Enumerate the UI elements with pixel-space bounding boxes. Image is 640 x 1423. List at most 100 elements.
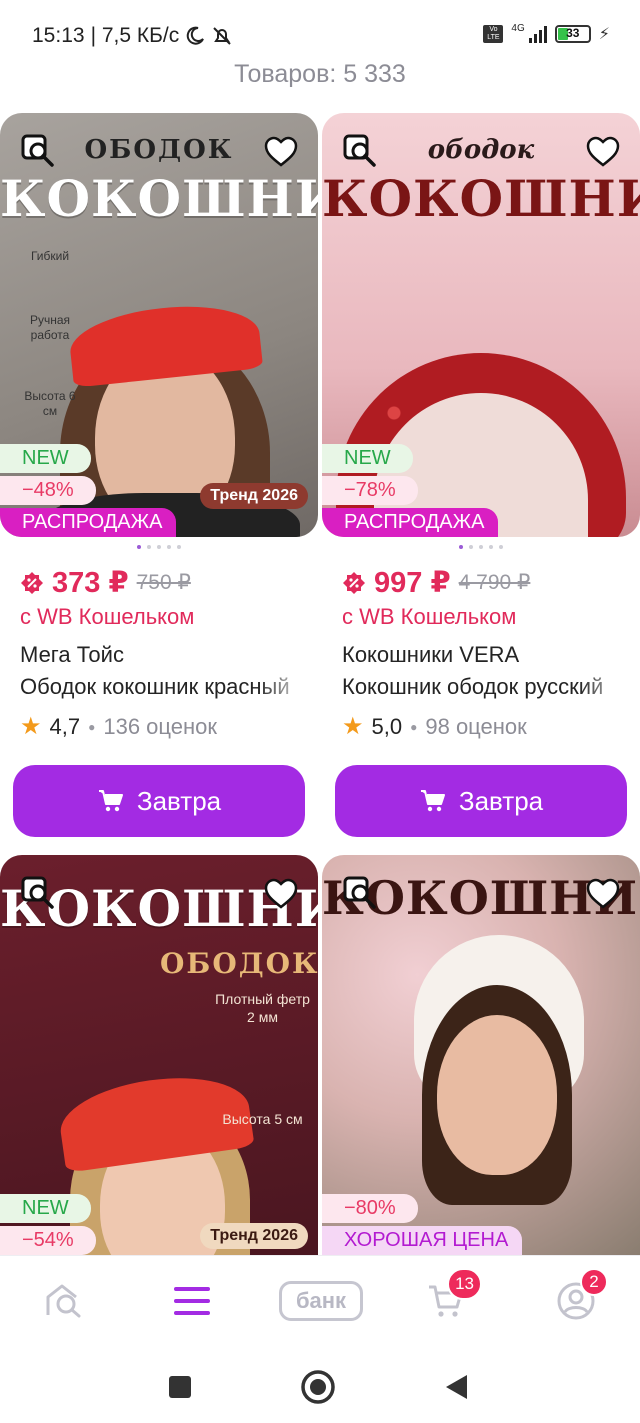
new-badge: NEW xyxy=(0,1194,91,1223)
status-right: Vo LTE 4G 33 ⚡ xyxy=(483,22,610,44)
recent-apps-button[interactable] xyxy=(160,1367,200,1407)
price: 997 ₽ xyxy=(374,567,451,599)
discount-badge: −80% xyxy=(322,1194,418,1223)
bell-muted-icon xyxy=(213,27,231,45)
product-name[interactable]: Кокошник ободок русский xyxy=(342,674,632,700)
battery-icon: 33 xyxy=(554,25,591,43)
sale-badge: РАСПРОДАЖА xyxy=(0,508,177,537)
star-icon: ★ xyxy=(342,713,364,740)
signal-icon xyxy=(528,25,547,43)
new-badge: NEW xyxy=(0,444,91,473)
review-count[interactable]: 136 оценок xyxy=(103,714,217,740)
photo-dots xyxy=(0,545,318,551)
charging-icon: ⚡ xyxy=(598,26,610,43)
discount-badge: −54% xyxy=(0,1226,96,1255)
product-name[interactable]: Ободок кокошник красный xyxy=(20,674,310,700)
photo-title-small: ОБОДОК xyxy=(160,947,318,980)
feature-text: Плотный фетр 2 мм xyxy=(215,991,310,1025)
heart-icon[interactable] xyxy=(584,133,622,171)
wallet-discount-icon xyxy=(343,571,365,594)
feature-text: Гибкий xyxy=(30,249,70,263)
wallet-note: с WB Кошельком xyxy=(20,604,195,629)
feature-text: Высота 5 см xyxy=(222,1111,303,1127)
status-left: 15:13 | 7,5 КБ/с xyxy=(32,24,233,48)
delivery-label: Завтра xyxy=(458,785,544,816)
status-speed: | 7,5 КБ/с xyxy=(90,24,180,47)
profile-notification-badge: 2 xyxy=(580,1268,608,1296)
volte-icon: Vo LTE xyxy=(483,25,504,43)
discount-badge: −48% xyxy=(0,476,96,505)
nav-profile[interactable]: 2 xyxy=(548,1268,608,1326)
cart-count-badge: 13 xyxy=(447,1268,482,1300)
heart-icon[interactable] xyxy=(262,875,300,913)
image-search-icon[interactable] xyxy=(20,133,58,171)
badge-stack: NEW −54% xyxy=(0,1194,96,1255)
nav-catalog[interactable] xyxy=(164,1276,220,1326)
wallet-note: с WB Кошельком xyxy=(342,604,517,629)
add-to-cart-button[interactable]: Завтра xyxy=(13,765,305,837)
rating: 4,7 xyxy=(49,713,81,739)
status-bar: 15:13 | 7,5 КБ/с Vo LTE 4G 33 ⚡ xyxy=(0,0,640,56)
brand-name[interactable]: Кокошники VERA xyxy=(342,642,620,668)
triangle-back-icon xyxy=(446,1375,467,1399)
product-card[interactable]: ОБОДОК КОКОШНИК Гибкий Ручная работа Выс… xyxy=(0,113,318,837)
photo-title-big: КОКОШНИК xyxy=(0,169,318,228)
product-photo[interactable]: ободок КОКОШНИК NEW −78% РАСПРОДАЖА xyxy=(322,113,640,537)
status-time: 15:13 xyxy=(32,24,85,47)
wallet-discount-icon xyxy=(21,571,43,594)
brand-name[interactable]: Мега Тойс xyxy=(20,642,298,668)
product-count: Товаров: 5 333 xyxy=(234,60,406,88)
nav-bank[interactable]: банк xyxy=(276,1276,366,1326)
star-icon: ★ xyxy=(20,713,42,740)
new-badge: NEW xyxy=(322,444,413,473)
nav-home[interactable] xyxy=(36,1276,92,1326)
photo-title-big: КОКОШНИК xyxy=(322,169,640,228)
image-search-icon[interactable] xyxy=(342,875,380,913)
cart-icon xyxy=(98,790,123,812)
badge-stack: −80% ХОРОШАЯ ЦЕНА xyxy=(322,1194,523,1255)
old-price: 4 790 ₽ xyxy=(458,571,531,594)
trend-chip: Тренд 2026 xyxy=(200,483,308,509)
home-search-icon xyxy=(46,1284,81,1318)
product-card[interactable]: ободок КОКОШНИК NEW −78% РАСПРОДАЖА 997 … xyxy=(322,113,640,837)
price: 373 ₽ xyxy=(52,567,129,599)
moon-icon xyxy=(187,26,205,45)
product-photo[interactable]: КОКОШНИК −80% ХОРОШАЯ ЦЕНА xyxy=(322,855,640,1255)
system-nav-bar xyxy=(0,1347,640,1423)
battery-level: 33 xyxy=(566,26,580,40)
separator-dot: ● xyxy=(88,719,96,734)
delivery-label: Завтра xyxy=(136,785,222,816)
trend-chip: Тренд 2026 xyxy=(200,1223,308,1249)
product-card[interactable]: КОКОШНИК −80% ХОРОШАЯ ЦЕНА xyxy=(322,855,640,1255)
feature-text: Ручная работа xyxy=(29,313,71,342)
circle-icon xyxy=(301,1370,335,1404)
image-search-icon[interactable] xyxy=(342,133,380,171)
discount-badge: −78% xyxy=(322,476,418,505)
heart-icon[interactable] xyxy=(262,133,300,171)
nav-cart[interactable]: 13 xyxy=(418,1268,482,1326)
separator-dot: ● xyxy=(410,719,418,734)
menu-icon xyxy=(174,1287,210,1315)
old-price: 750 ₽ xyxy=(136,571,191,594)
network-type: 4G xyxy=(511,22,525,34)
badge-stack: NEW −78% РАСПРОДАЖА xyxy=(322,444,499,537)
home-button[interactable] xyxy=(298,1367,338,1407)
bank-label: банк xyxy=(279,1281,363,1321)
rating: 5,0 xyxy=(371,713,403,739)
add-to-cart-button[interactable]: Завтра xyxy=(335,765,627,837)
good-price-badge: ХОРОШАЯ ЦЕНА xyxy=(322,1226,523,1255)
back-button[interactable] xyxy=(436,1367,476,1407)
heart-icon[interactable] xyxy=(584,875,622,913)
product-card[interactable]: КОКОШНИК ОБОДОК Плотный фетр 2 мм Высота… xyxy=(0,855,318,1255)
product-photo[interactable]: ОБОДОК КОКОШНИК Гибкий Ручная работа Выс… xyxy=(0,113,318,537)
product-photo[interactable]: КОКОШНИК ОБОДОК Плотный фетр 2 мм Высота… xyxy=(0,855,318,1255)
cart-icon xyxy=(420,790,445,812)
image-search-icon[interactable] xyxy=(20,875,58,913)
model-face xyxy=(437,1015,557,1175)
photo-dots xyxy=(322,545,640,551)
review-count[interactable]: 98 оценок xyxy=(425,714,526,740)
square-icon xyxy=(169,1376,191,1398)
sale-badge: РАСПРОДАЖА xyxy=(322,508,499,537)
badge-stack: NEW −48% РАСПРОДАЖА xyxy=(0,444,177,537)
feature-text: Высота 6 см xyxy=(24,389,76,418)
